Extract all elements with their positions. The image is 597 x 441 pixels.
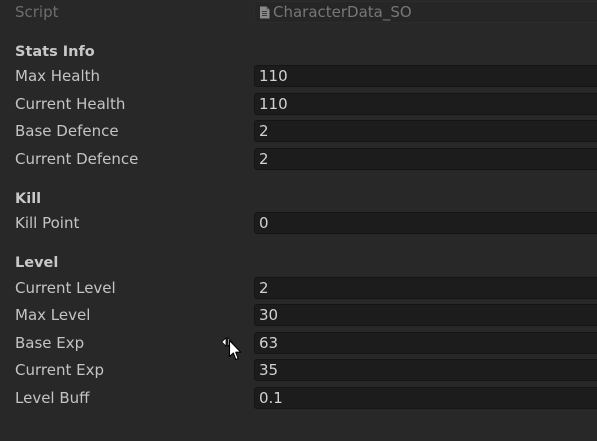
script-row: Script CharacterData_SO bbox=[0, 0, 597, 24]
field-label[interactable]: Base Exp bbox=[15, 331, 84, 355]
current-level-input[interactable]: 2 bbox=[254, 277, 597, 299]
field-row-kill-point: Kill Point 0 bbox=[0, 211, 597, 235]
current-health-input[interactable]: 110 bbox=[254, 93, 597, 115]
base-exp-input[interactable]: 63 bbox=[254, 332, 597, 354]
field-row-level-buff: Level Buff 0.1 bbox=[0, 386, 597, 410]
field-label[interactable]: Current Defence bbox=[15, 147, 138, 171]
field-label[interactable]: Current Level bbox=[15, 276, 116, 300]
script-object-field[interactable]: CharacterData_SO bbox=[254, 1, 597, 23]
base-defence-input[interactable]: 2 bbox=[254, 120, 597, 142]
field-row-current-defence: Current Defence 2 bbox=[0, 147, 597, 171]
kill-point-input[interactable]: 0 bbox=[254, 212, 597, 234]
field-row-current-exp: Current Exp 35 bbox=[0, 358, 597, 382]
inspector-panel: Script CharacterData_SO Stats Info Max H… bbox=[0, 0, 597, 441]
field-row-base-defence: Base Defence 2 bbox=[0, 119, 597, 143]
section-header-stats-info: Stats Info bbox=[15, 44, 95, 60]
field-label[interactable]: Max Health bbox=[15, 64, 100, 88]
field-label[interactable]: Base Defence bbox=[15, 119, 119, 143]
field-label[interactable]: Current Exp bbox=[15, 358, 104, 382]
script-label: Script bbox=[15, 3, 59, 21]
horizontal-drag-cursor-icon bbox=[221, 336, 242, 361]
field-row-max-level: Max Level 30 bbox=[0, 303, 597, 327]
field-label[interactable]: Level Buff bbox=[15, 386, 90, 410]
field-label[interactable]: Max Level bbox=[15, 303, 90, 327]
field-label[interactable]: Current Health bbox=[15, 92, 125, 116]
current-exp-input[interactable]: 35 bbox=[254, 359, 597, 381]
script-object-name: CharacterData_SO bbox=[273, 3, 412, 21]
max-level-input[interactable]: 30 bbox=[254, 304, 597, 326]
current-defence-input[interactable]: 2 bbox=[254, 148, 597, 170]
field-row-max-health: Max Health 110 bbox=[0, 64, 597, 88]
section-header-kill: Kill bbox=[15, 191, 42, 207]
max-health-input[interactable]: 110 bbox=[254, 65, 597, 87]
level-buff-input[interactable]: 0.1 bbox=[254, 387, 597, 409]
field-label[interactable]: Kill Point bbox=[15, 211, 79, 235]
section-header-level: Level bbox=[15, 255, 59, 271]
field-row-base-exp: Base Exp 63 bbox=[0, 331, 597, 355]
field-row-current-health: Current Health 110 bbox=[0, 92, 597, 116]
script-file-icon bbox=[260, 6, 270, 19]
field-row-current-level: Current Level 2 bbox=[0, 276, 597, 300]
